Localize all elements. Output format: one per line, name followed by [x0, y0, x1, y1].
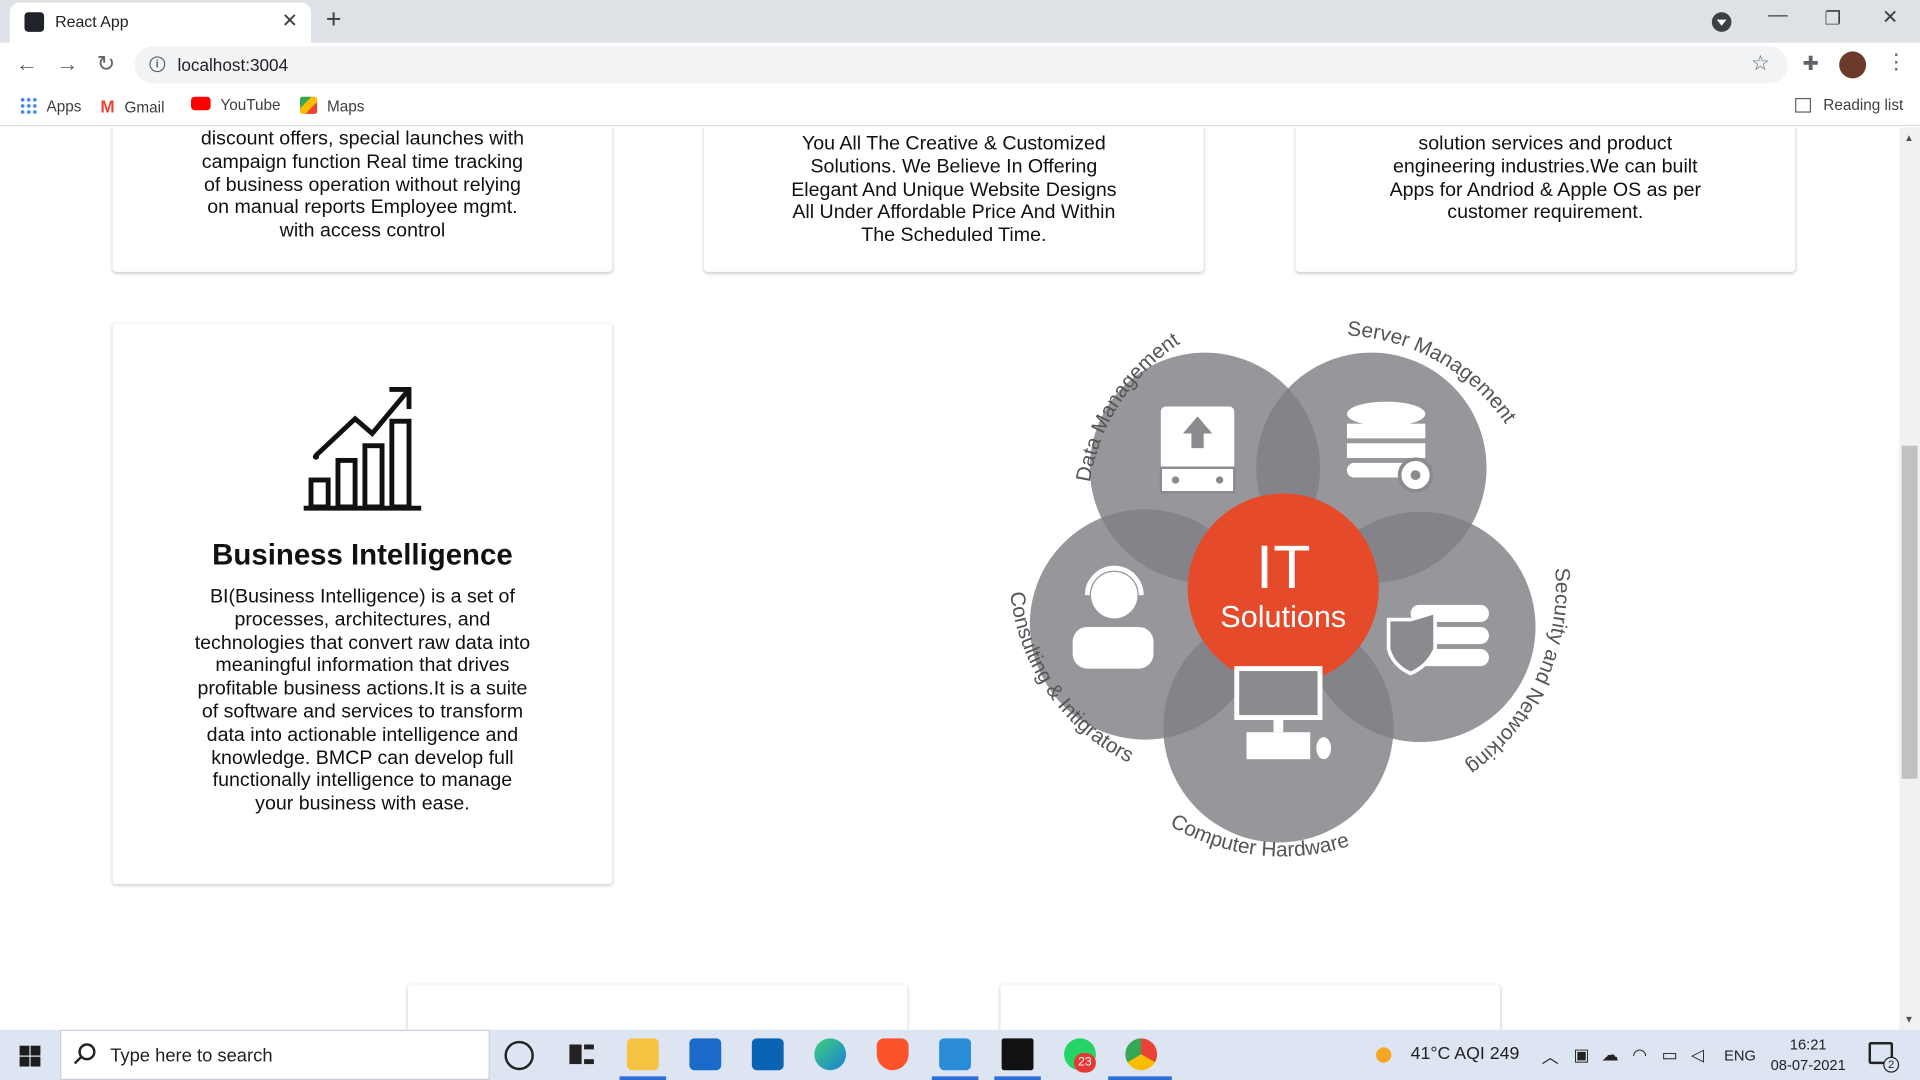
close-window-button[interactable]: ✕ [1882, 5, 1898, 29]
tab-title: React App [55, 12, 129, 31]
browser-tab[interactable]: React App ✕ [9, 2, 312, 43]
url-text: localhost:3004 [177, 55, 289, 75]
profile-avatar[interactable] [1839, 51, 1867, 79]
browser-toolbar: ← → ↻ i localhost:3004 ☆ [0, 42, 1920, 89]
bookmark-gmail[interactable]: M Gmail [100, 97, 164, 117]
edge-icon[interactable] [814, 1038, 847, 1071]
bookmark-youtube[interactable]: YouTube [191, 96, 281, 114]
react-favicon-icon [24, 12, 45, 32]
service-card-3: solution services and product engineerin… [1295, 127, 1796, 272]
language-indicator[interactable]: ENG [1724, 1047, 1756, 1064]
search-icon [78, 1043, 96, 1061]
maps-icon [300, 96, 318, 114]
gmail-icon: M [100, 96, 115, 117]
windows-taskbar: Type here to search 23 41°C AQI 249 ︿ ▣ … [0, 1029, 1920, 1080]
extensions-puzzle-icon[interactable]: ✚ [1802, 51, 1818, 75]
chrome-active-indicator [1108, 1076, 1172, 1080]
show-hidden-icons-icon[interactable]: ︿ [1542, 1044, 1559, 1068]
scroll-down-arrow-icon[interactable]: ▼ [1904, 1014, 1914, 1025]
scrollbar-thumb[interactable] [1901, 445, 1918, 779]
youtube-icon [191, 96, 211, 111]
taskbar-search-placeholder: Type here to search [110, 1045, 273, 1067]
business-intelligence-text: BI(Business Intelligence) is a set of pr… [194, 586, 531, 815]
bookmarks-bar: Apps M Gmail YouTube Maps Reading list [0, 88, 1920, 127]
bookmark-apps[interactable]: Apps [19, 96, 81, 115]
wifi-icon[interactable]: ◠ [1632, 1044, 1647, 1065]
taskbar-clock[interactable]: 16:21 08-07-2021 [1771, 1035, 1846, 1077]
service-card-2: You All The Creative & Customized Soluti… [704, 127, 1204, 272]
close-tab-icon[interactable]: ✕ [282, 9, 298, 33]
page-content: discount offers, special launches with c… [0, 127, 1900, 1030]
service-card-1-text: discount offers, special launches with c… [200, 128, 524, 242]
restore-button[interactable]: ❐ [1824, 7, 1840, 30]
service-card-2-text: You All The Creative & Customized Soluti… [791, 133, 1117, 247]
reading-list-icon [1795, 97, 1812, 113]
whatsapp-badge: 23 [1073, 1053, 1096, 1073]
terminal-icon[interactable] [1001, 1038, 1034, 1071]
vscode-icon[interactable] [939, 1038, 972, 1071]
it-solutions-diagram: IT Solutions Data Management Server Mana… [1005, 317, 1574, 861]
reading-list-button[interactable]: Reading list [1795, 97, 1903, 114]
weather-sun-icon[interactable] [1373, 1043, 1399, 1063]
file-explorer-icon[interactable] [626, 1038, 659, 1071]
taskbar-search-box[interactable]: Type here to search [60, 1029, 490, 1080]
tab-search-icon[interactable] [1711, 12, 1732, 32]
chrome-icon[interactable] [1125, 1038, 1158, 1071]
bookmark-star-icon[interactable]: ☆ [1751, 51, 1770, 75]
browser-tab-strip: React App ✕ + — ❐ ✕ [0, 0, 1920, 43]
brave-icon[interactable] [876, 1038, 909, 1071]
terminal-active-indicator [994, 1076, 1041, 1080]
minimize-button[interactable]: — [1768, 5, 1788, 27]
growth-chart-icon [303, 386, 422, 511]
battery-icon[interactable]: ▭ [1662, 1044, 1678, 1065]
volume-icon[interactable]: ◁ [1691, 1044, 1704, 1065]
center-label-it: IT [1256, 533, 1310, 601]
chrome-menu-icon[interactable]: ⋮ [1886, 50, 1907, 74]
weather-readout[interactable]: 41°C AQI 249 [1411, 1044, 1520, 1064]
bookmark-maps[interactable]: Maps [300, 96, 364, 115]
windows-start-icon[interactable] [19, 1045, 41, 1067]
business-intelligence-card: Business Intelligence BI(Business Intell… [112, 323, 613, 885]
new-tab-button[interactable]: + [326, 4, 342, 36]
file-explorer-active-indicator [619, 1076, 667, 1080]
center-label-solutions: Solutions [1220, 600, 1346, 634]
upload-server-icon [1159, 406, 1236, 494]
clock-date: 08-07-2021 [1770, 1056, 1846, 1074]
meet-now-icon[interactable]: ▣ [1573, 1044, 1589, 1065]
onedrive-cloud-icon[interactable]: ☁ [1602, 1044, 1619, 1065]
service-card-bottom-2 [1000, 984, 1501, 1030]
scroll-up-arrow-icon[interactable]: ▲ [1904, 132, 1914, 143]
vscode-active-indicator [931, 1076, 979, 1080]
clock-time: 16:21 [1789, 1035, 1827, 1054]
reload-icon[interactable]: ↻ [97, 51, 115, 77]
back-icon[interactable]: ← [16, 51, 38, 77]
cortana-icon[interactable] [504, 1040, 534, 1071]
address-bar[interactable]: i localhost:3004 ☆ [134, 46, 1788, 84]
apps-grid-icon [19, 96, 37, 114]
page-scrollbar[interactable]: ▲ ▼ [1899, 127, 1920, 1030]
business-intelligence-title: Business Intelligence [212, 538, 513, 572]
notification-count-badge: 2 [1883, 1056, 1900, 1073]
service-card-1: discount offers, special launches with c… [112, 127, 613, 272]
dell-icon[interactable] [751, 1038, 784, 1071]
chart-start-dot [312, 453, 319, 460]
task-view-icon[interactable] [565, 1038, 598, 1071]
site-info-icon[interactable]: i [149, 56, 166, 73]
service-card-3-text: solution services and product engineerin… [1389, 133, 1702, 224]
mail-icon[interactable] [689, 1038, 722, 1071]
service-card-bottom-1 [407, 984, 908, 1030]
forward-icon[interactable]: → [56, 51, 78, 77]
